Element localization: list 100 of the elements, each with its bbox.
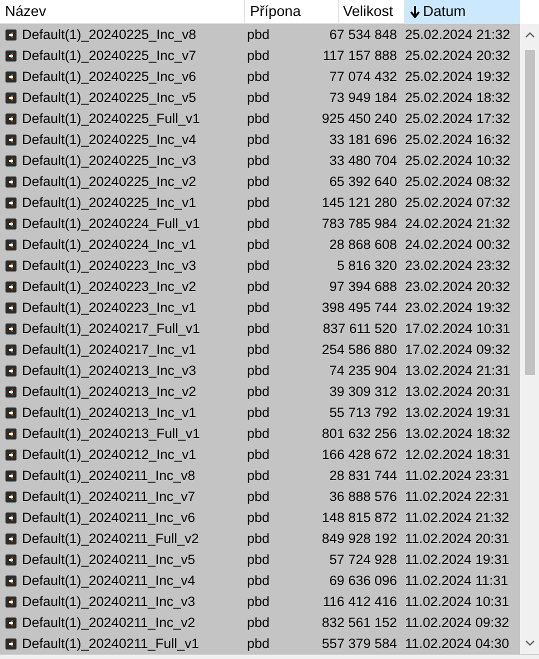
file-name: Default(1)_20240211_Inc_v6 bbox=[22, 510, 196, 525]
file-icon bbox=[5, 112, 17, 124]
file-row[interactable]: Default(1)_20240225_Inc_v2 pbd 65 392 640 25.02.2024 08:32 bbox=[0, 171, 520, 192]
file-row[interactable]: Default(1)_20240211_Full_v1 pbd 557 379 584 11.02.2024 04:30 bbox=[0, 633, 520, 654]
file-extension: pbd bbox=[246, 615, 271, 630]
file-row[interactable]: Default(1)_20240225_Inc_v1 pbd 145 121 280 25.02.2024 07:32 bbox=[0, 192, 520, 213]
file-row[interactable]: Default(1)_20240213_Inc_v1 pbd 55 713 792 13.02.2024 19:31 bbox=[0, 402, 520, 423]
file-name: Default(1)_20240211_Inc_v4 bbox=[22, 573, 196, 588]
file-date: 25.02.2024 16:32 bbox=[405, 132, 512, 147]
file-extension: pbd bbox=[246, 447, 271, 462]
column-header[interactable]: Přípona bbox=[245, 0, 339, 23]
file-row[interactable]: Default(1)_20240217_Inc_v1 pbd 254 586 880 17.02.2024 09:32 bbox=[0, 339, 520, 360]
file-extension: pbd bbox=[246, 237, 271, 252]
file-row[interactable]: Default(1)_20240223_Inc_v1 pbd 398 495 744 23.02.2024 19:32 bbox=[0, 297, 520, 318]
file-row[interactable]: Default(1)_20240212_Inc_v1 pbd 166 428 672 12.02.2024 18:31 bbox=[0, 444, 520, 465]
file-name: Default(1)_20240211_Inc_v3 bbox=[22, 594, 196, 609]
file-icon bbox=[5, 302, 17, 314]
file-name: Default(1)_20240211_Inc_v5 bbox=[22, 552, 196, 567]
file-extension: pbd bbox=[246, 531, 271, 546]
file-row[interactable]: Default(1)_20240225_Inc_v5 pbd 73 949 184 25.02.2024 18:32 bbox=[0, 87, 520, 108]
file-row[interactable]: Default(1)_20240225_Full_v1 pbd 925 450 240 25.02.2024 17:32 bbox=[0, 108, 520, 129]
file-icon bbox=[5, 574, 17, 586]
file-size: 97 394 688 bbox=[328, 279, 397, 294]
file-row[interactable]: Default(1)_20240213_Inc_v3 pbd 74 235 904 13.02.2024 21:31 bbox=[0, 360, 520, 381]
file-row[interactable]: Default(1)_20240225_Inc_v7 pbd 117 157 888 25.02.2024 20:32 bbox=[0, 45, 520, 66]
file-row[interactable]: Default(1)_20240213_Full_v1 pbd 801 632 256 13.02.2024 18:32 bbox=[0, 423, 520, 444]
file-name: Default(1)_20240211_Full_v1 bbox=[22, 636, 199, 651]
file-row[interactable]: Default(1)_20240211_Inc_v7 pbd 36 888 576 11.02.2024 22:31 bbox=[0, 486, 520, 507]
file-row[interactable]: Default(1)_20240217_Full_v1 pbd 837 611 520 17.02.2024 10:31 bbox=[0, 318, 520, 339]
file-row[interactable]: Default(1)_20240211_Inc_v5 pbd 57 724 928 11.02.2024 19:31 bbox=[0, 549, 520, 570]
file-extension: pbd bbox=[246, 510, 271, 525]
scroll-up-icon[interactable] bbox=[524, 32, 534, 38]
file-row[interactable]: Default(1)_20240211_Inc_v4 pbd 69 636 096 11.02.2024 11:31 bbox=[0, 570, 520, 591]
file-row[interactable]: Default(1)_20240211_Inc_v2 pbd 832 561 152 11.02.2024 09:32 bbox=[0, 612, 520, 633]
file-icon bbox=[5, 134, 17, 146]
file-size: 398 495 744 bbox=[320, 300, 397, 315]
file-date: 11.02.2024 23:31 bbox=[405, 468, 510, 483]
file-date: 25.02.2024 08:32 bbox=[405, 174, 512, 189]
file-row[interactable]: Default(1)_20240225_Inc_v4 pbd 33 181 696 25.02.2024 16:32 bbox=[0, 129, 520, 150]
scrollbar[interactable] bbox=[520, 24, 539, 654]
file-size: 69 636 096 bbox=[328, 573, 397, 588]
file-icon bbox=[5, 554, 17, 566]
file-size: 849 928 192 bbox=[320, 531, 397, 546]
file-row[interactable]: Default(1)_20240225_Inc_v8 pbd 67 534 848 25.02.2024 21:32 bbox=[0, 24, 520, 45]
file-size: 5 816 320 bbox=[336, 258, 397, 273]
file-icon bbox=[5, 218, 17, 230]
file-size: 33 181 696 bbox=[328, 132, 397, 147]
file-row[interactable]: Default(1)_20240211_Inc_v3 pbd 116 412 416 11.02.2024 10:31 bbox=[0, 591, 520, 612]
file-size: 74 235 904 bbox=[328, 363, 397, 378]
file-icon bbox=[5, 386, 17, 398]
file-name: Default(1)_20240225_Inc_v7 bbox=[22, 48, 196, 63]
file-name: Default(1)_20240224_Full_v1 bbox=[22, 216, 200, 231]
file-row[interactable]: Default(1)_20240223_Inc_v3 pbd 5 816 320 23.02.2024 23:32 bbox=[0, 255, 520, 276]
file-row[interactable]: Default(1)_20240225_Inc_v3 pbd 33 480 704 25.02.2024 10:32 bbox=[0, 150, 520, 171]
file-date: 25.02.2024 07:32 bbox=[405, 195, 512, 210]
file-row[interactable]: Default(1)_20240211_Inc_v8 pbd 28 831 744 11.02.2024 23:31 bbox=[0, 465, 520, 486]
file-name: Default(1)_20240213_Inc_v3 bbox=[22, 363, 196, 378]
file-icon bbox=[5, 50, 17, 62]
file-row[interactable]: Default(1)_20240224_Full_v1 pbd 783 785 984 24.02.2024 21:32 bbox=[0, 213, 520, 234]
file-name: Default(1)_20240225_Inc_v1 bbox=[22, 195, 196, 210]
file-date: 25.02.2024 17:32 bbox=[405, 111, 512, 126]
column-header[interactable]: Datum bbox=[405, 0, 520, 23]
file-size: 117 157 888 bbox=[322, 48, 397, 63]
file-name: Default(1)_20240211_Inc_v8 bbox=[22, 468, 196, 483]
scroll-thumb[interactable] bbox=[524, 50, 534, 375]
file-name: Default(1)_20240213_Inc_v2 bbox=[22, 384, 196, 399]
file-icon bbox=[5, 154, 17, 166]
file-name: Default(1)_20240223_Inc_v2 bbox=[22, 279, 196, 294]
column-header[interactable]: Název bbox=[0, 0, 245, 23]
file-extension: pbd bbox=[246, 90, 271, 105]
file-date: 25.02.2024 19:32 bbox=[405, 69, 512, 84]
file-row[interactable]: Default(1)_20240225_Inc_v6 pbd 77 074 432 25.02.2024 19:32 bbox=[0, 66, 520, 87]
file-name: Default(1)_20240223_Inc_v3 bbox=[22, 258, 196, 273]
file-extension: pbd bbox=[246, 468, 271, 483]
file-row[interactable]: Default(1)_20240223_Inc_v2 pbd 97 394 688 23.02.2024 20:32 bbox=[0, 276, 520, 297]
file-icon bbox=[5, 280, 17, 292]
file-size: 801 632 256 bbox=[320, 426, 397, 441]
file-date: 11.02.2024 10:31 bbox=[405, 594, 510, 609]
file-date: 25.02.2024 18:32 bbox=[405, 90, 512, 105]
file-row[interactable]: Default(1)_20240211_Full_v2 pbd 849 928 192 11.02.2024 20:31 bbox=[0, 528, 520, 549]
file-date: 12.02.2024 18:31 bbox=[405, 447, 512, 462]
file-icon bbox=[5, 70, 17, 82]
file-row[interactable]: Default(1)_20240224_Inc_v1 pbd 28 868 608 24.02.2024 00:32 bbox=[0, 234, 520, 255]
file-row[interactable]: Default(1)_20240211_Inc_v6 pbd 148 815 872 11.02.2024 21:32 bbox=[0, 507, 520, 528]
file-row[interactable]: Default(1)_20240213_Inc_v2 pbd 39 309 312 13.02.2024 20:31 bbox=[0, 381, 520, 402]
file-icon bbox=[5, 596, 17, 608]
file-size: 28 868 608 bbox=[328, 237, 397, 252]
sort-down-icon bbox=[410, 6, 420, 18]
file-icon bbox=[5, 616, 17, 628]
file-size: 837 611 520 bbox=[322, 321, 397, 336]
scroll-down-icon[interactable] bbox=[524, 640, 534, 646]
file-date: 23.02.2024 20:32 bbox=[405, 279, 512, 294]
file-date: 13.02.2024 19:31 bbox=[405, 405, 512, 420]
file-extension: pbd bbox=[246, 573, 271, 588]
file-name: Default(1)_20240213_Inc_v1 bbox=[22, 405, 196, 420]
file-icon bbox=[5, 406, 17, 418]
file-extension: pbd bbox=[246, 384, 271, 399]
file-icon bbox=[5, 176, 17, 188]
file-name: Default(1)_20240225_Full_v1 bbox=[22, 111, 200, 126]
file-size: 166 428 672 bbox=[320, 447, 397, 462]
